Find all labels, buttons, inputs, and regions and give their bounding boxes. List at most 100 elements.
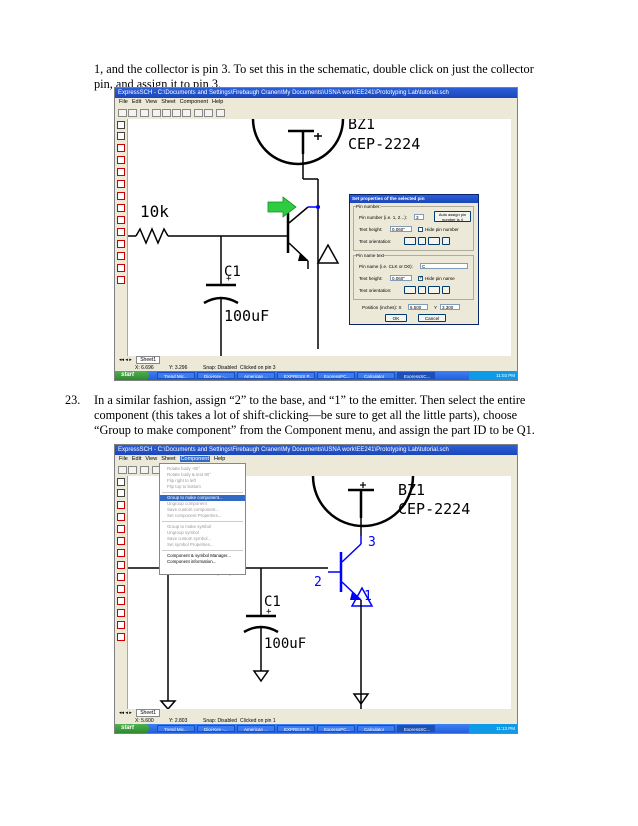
pointer-tool-icon[interactable] [117,121,125,129]
auto-assign-button[interactable]: Auto assign pin number is 4 [434,211,471,222]
menu-item[interactable]: Flip top to bottom [160,484,245,490]
rectangle-tool-icon[interactable] [117,228,125,236]
position-x-field[interactable]: 6.500 [408,304,428,310]
gate-tool-icon[interactable] [117,501,125,509]
pointer-tool-icon[interactable] [117,478,125,486]
ok-button[interactable]: OK [385,314,407,322]
hide-pin-number-checkbox[interactable] [418,227,423,232]
taskbar-item[interactable]: Calculator [357,372,395,379]
line-tool-icon[interactable] [117,561,125,569]
taskbar-item-active[interactable]: ExpressSC... [397,372,435,379]
pin-tool-icon[interactable] [117,537,125,545]
orientation-button-2[interactable] [418,237,426,245]
zoom-in-icon[interactable] [162,109,171,117]
diode-tool-icon[interactable] [117,513,125,521]
ground-tool-icon[interactable] [117,168,125,176]
tab-nav-arrows[interactable]: ◂◂ ◂ ▸ [119,357,132,363]
taskbar-item[interactable]: EXPRESS P... [277,372,315,379]
gate-tool-icon[interactable] [117,144,125,152]
pin-number-field[interactable]: 3 [414,214,424,220]
taskbar-item[interactable]: EXPRESS P... [277,725,315,732]
bus-tool-icon[interactable] [117,573,125,581]
taskbar-item[interactable]: Trend Mic... [157,725,195,732]
help-icon[interactable] [216,109,225,117]
undo-icon[interactable] [140,109,149,117]
menu-edit[interactable]: Edit [132,99,141,105]
menu-view[interactable]: View [145,456,157,462]
taskbar-item[interactable]: Digi-Key -... [197,372,235,379]
menu-file[interactable]: File [119,99,128,105]
menu-item[interactable]: Set component Properties... [160,513,245,519]
save-icon[interactable] [128,109,137,117]
menu-file[interactable]: File [119,456,128,462]
rectangle-tool-icon[interactable] [117,585,125,593]
taskbar-item[interactable]: American ... [237,372,275,379]
taskbar-item[interactable]: ExpressPC... [317,725,355,732]
position-y-field[interactable]: 3.300 [440,304,460,310]
taskbar-item[interactable]: ExpressPC... [317,372,355,379]
tab-nav-arrows[interactable]: ◂◂ ◂ ▸ [119,710,132,716]
schematic-canvas[interactable]: BZ1 CEP-2224 10k + C1 100uF Set properti… [128,115,511,356]
text-tool-icon[interactable] [117,633,125,641]
wire-tool-icon[interactable] [117,549,125,557]
menu-sheet[interactable]: Sheet [161,456,175,462]
text-height-select[interactable]: 0.060" [390,275,412,281]
new-file-icon[interactable] [118,109,127,117]
arrow-tool-icon[interactable] [117,264,125,272]
pcb-icon[interactable] [204,109,213,117]
tab-sheet1[interactable]: Sheet1 [136,356,161,364]
circle-tool-icon[interactable] [117,240,125,248]
dialog-title: Set properties of the selected pin [350,195,478,203]
orientation-button-1[interactable] [404,286,416,294]
orientation-button-3[interactable] [428,286,440,294]
undo-icon[interactable] [140,466,149,474]
taskbar-item[interactable]: Digi-Key -... [197,725,235,732]
cancel-button[interactable]: Cancel [418,314,446,322]
text-tool-icon[interactable] [117,276,125,284]
print-icon[interactable] [194,109,203,117]
orientation-button-2[interactable] [418,286,426,294]
menu-view[interactable]: View [145,99,157,105]
new-file-icon[interactable] [118,466,127,474]
ground-tool-icon[interactable] [117,525,125,533]
pin-tool-icon[interactable] [117,180,125,188]
vertical-scrollbar[interactable] [511,119,517,356]
start-button[interactable]: start [115,724,149,733]
vertical-scrollbar[interactable] [511,476,517,709]
arc-tool-icon[interactable] [117,609,125,617]
pin-name-field[interactable]: C [420,263,468,269]
menu-help[interactable]: Help [214,456,225,462]
menu-item[interactable]: Set symbol Properties... [160,542,245,548]
taskbar-item[interactable]: Trend Mic... [157,372,195,379]
orientation-button-3[interactable] [428,237,440,245]
text-height-select[interactable]: 0.060" [390,226,412,232]
select-tool-icon[interactable] [117,489,125,497]
arrow-tool-icon[interactable] [117,621,125,629]
save-icon[interactable] [128,466,137,474]
wire-tool-icon[interactable] [117,192,125,200]
menu-component[interactable]: Component [179,456,210,462]
start-button[interactable]: start [115,371,149,380]
menu-edit[interactable]: Edit [132,456,141,462]
zoom-fit-icon[interactable] [182,109,191,117]
tab-sheet1[interactable]: Sheet1 [136,709,161,717]
orientation-button-1[interactable] [404,237,416,245]
hide-pin-name-checkbox[interactable]: ✓ [418,276,423,281]
zoom-icon[interactable] [152,109,161,117]
circle-tool-icon[interactable] [117,597,125,605]
orientation-button-4[interactable] [442,286,450,294]
arc-tool-icon[interactable] [117,252,125,260]
select-tool-icon[interactable] [117,132,125,140]
menu-item[interactable]: Component information... [160,559,245,565]
line-tool-icon[interactable] [117,204,125,212]
menu-component[interactable]: Component [180,99,208,105]
bus-tool-icon[interactable] [117,216,125,224]
taskbar-item[interactable]: American ... [237,725,275,732]
menu-help[interactable]: Help [212,99,223,105]
menu-sheet[interactable]: Sheet [161,99,175,105]
taskbar-item[interactable]: Calculator [357,725,395,732]
taskbar-item-active[interactable]: ExpressSC... [397,725,435,732]
zoom-out-icon[interactable] [172,109,181,117]
orientation-button-4[interactable] [442,237,450,245]
diode-tool-icon[interactable] [117,156,125,164]
